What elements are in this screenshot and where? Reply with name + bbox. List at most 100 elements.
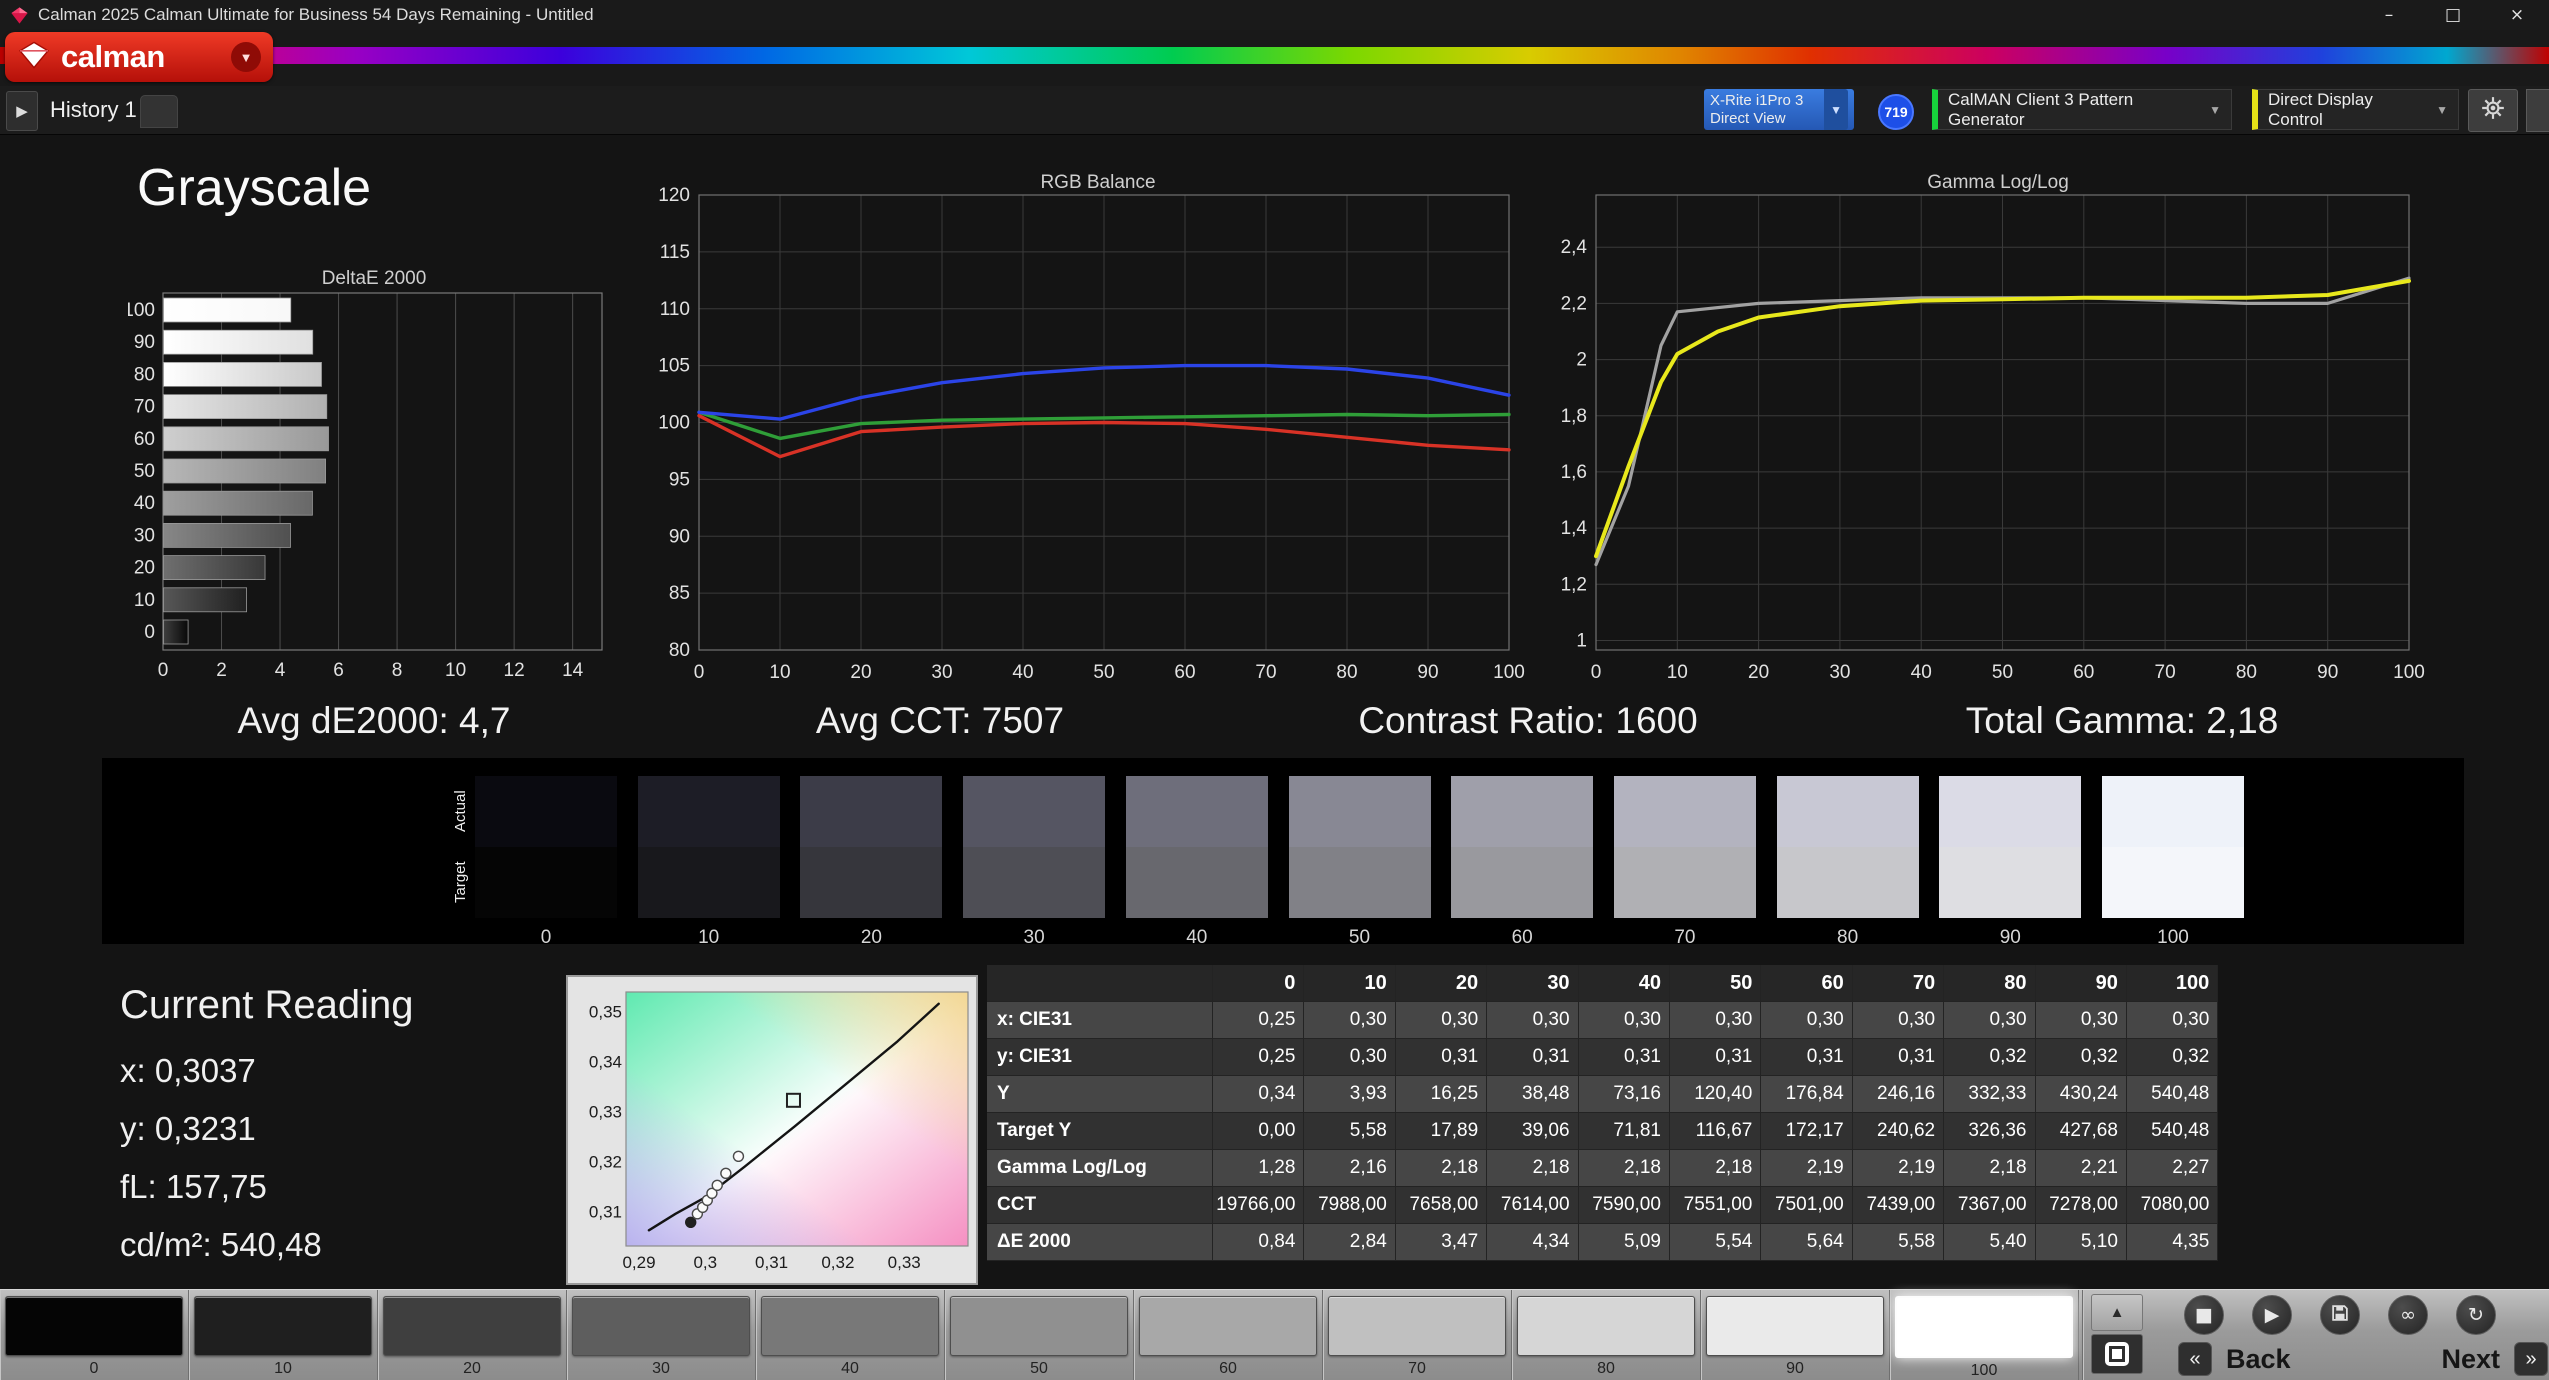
chevron-down-icon: ▼ xyxy=(2436,102,2448,117)
table-cell: 2,18 xyxy=(1944,1150,2036,1187)
reading-cdm2: cd/m²: 540,48 xyxy=(120,1226,322,1263)
swatch-level-label: 90 xyxy=(1999,927,2021,948)
swatch-target xyxy=(637,847,780,918)
swatch-actual xyxy=(800,776,943,847)
next-label[interactable]: Next xyxy=(2441,1344,2500,1375)
table-cell: 7658,00 xyxy=(1395,1187,1488,1224)
swatch-actual xyxy=(2102,776,2244,847)
svg-text:70: 70 xyxy=(1255,662,1276,683)
cie-chromaticity-panel: 0,31 0,32 0,33 0,34 0,35 0,29 0,3 0,31 0,32 0,33 xyxy=(566,975,978,1285)
pattern-generator-dropdown[interactable]: CalMAN Client 3 Pattern Generator ▼ xyxy=(1932,89,2232,130)
svg-text:20: 20 xyxy=(850,662,871,683)
play-icon: ▶ xyxy=(2264,1304,2280,1326)
refresh-button[interactable]: ↻ xyxy=(2456,1295,2496,1335)
meter-status-badge[interactable]: 719 xyxy=(1878,94,1914,130)
measurement-table: 0 10 20 30 40 50 60 70 80 90 100 x: CIE31 0,25 0,30 0,… xyxy=(987,965,2219,1261)
pattern-button-80[interactable] xyxy=(1517,1296,1695,1356)
page-title: Grayscale xyxy=(137,159,372,217)
tab-history-1[interactable]: History 1 xyxy=(50,86,137,134)
pattern-button-90[interactable] xyxy=(1706,1296,1884,1356)
svg-text:60: 60 xyxy=(134,429,155,450)
restore-icon[interactable]: □ xyxy=(2421,0,2485,30)
grayscale-swatch-30: 30 xyxy=(963,776,1106,949)
table-cell: 0,00 xyxy=(1213,1113,1305,1150)
back-chevron-button[interactable]: « xyxy=(2178,1342,2212,1376)
table-cell: 3,47 xyxy=(1395,1224,1488,1261)
grayscale-swatch-20: 20 xyxy=(800,776,943,949)
pattern-button-50[interactable] xyxy=(950,1296,1128,1356)
history-tab-stub[interactable] xyxy=(140,95,178,128)
table-cell: 0,30 xyxy=(1578,1002,1670,1039)
stop-button[interactable]: ■ xyxy=(2184,1295,2224,1335)
chevron-down-icon[interactable]: ▼ xyxy=(231,42,261,72)
table-cell: 5,64 xyxy=(1761,1224,1853,1261)
grayscale-swatch-0: 0 xyxy=(475,776,617,949)
calman-menu-button[interactable]: calman ▼ xyxy=(5,32,273,82)
title-bar: Calman 2025 Calman Ultimate for Business… xyxy=(0,0,2549,30)
reading-fl: fL: 157,75 xyxy=(120,1168,267,1205)
pattern-window-widget: ▲ xyxy=(2091,1294,2143,1377)
brand-bar: calman ▼ xyxy=(0,30,2549,86)
pattern-window-button[interactable] xyxy=(2091,1334,2143,1374)
table-cell: 2,27 xyxy=(2126,1150,2219,1187)
swatch-target xyxy=(963,847,1106,918)
table-column-header: 50 xyxy=(1669,965,1762,1002)
pattern-slot-70: 70 xyxy=(1323,1290,1512,1380)
svg-text:DeltaE 2000: DeltaE 2000 xyxy=(322,268,427,289)
pattern-button-30[interactable] xyxy=(572,1296,750,1356)
play-button[interactable]: ▶ xyxy=(2252,1295,2292,1335)
display-control-dropdown[interactable]: Direct Display Control ▼ xyxy=(2252,89,2459,130)
close-icon[interactable]: × xyxy=(2485,0,2549,30)
save-button[interactable] xyxy=(2320,1295,2360,1335)
svg-text:10: 10 xyxy=(445,660,466,680)
table-cell: 7439,00 xyxy=(1852,1187,1945,1224)
edge-panel-button[interactable] xyxy=(2526,89,2549,132)
back-label[interactable]: Back xyxy=(2226,1344,2291,1375)
minimize-icon[interactable]: – xyxy=(2357,0,2421,30)
swatch-level-label: 100 xyxy=(2157,927,2189,948)
pattern-button-100[interactable] xyxy=(1895,1296,2073,1358)
pattern-button-70[interactable] xyxy=(1328,1296,1506,1356)
deltae-bar-chart: 0 2 4 6 8 10 12 141009080706050403020100DeltaE … xyxy=(128,268,603,680)
svg-text:10: 10 xyxy=(1667,662,1688,683)
table-cell: 0,31 xyxy=(1761,1039,1853,1076)
pattern-button-60[interactable] xyxy=(1139,1296,1317,1356)
collapse-up-button[interactable]: ▲ xyxy=(2091,1294,2143,1331)
swatch-target xyxy=(475,847,617,918)
swatch-actual xyxy=(1776,776,1919,847)
total-gamma-stat: Total Gamma: 2,18 xyxy=(1965,700,2279,741)
actual-row-label: Actual xyxy=(452,790,469,833)
table-cell: 430,24 xyxy=(2035,1076,2127,1113)
table-cell: 5,40 xyxy=(1944,1224,2036,1261)
svg-text:30: 30 xyxy=(134,525,155,546)
svg-text:100: 100 xyxy=(128,300,155,321)
pattern-slot-60: 60 xyxy=(1134,1290,1323,1380)
settings-button[interactable] xyxy=(2468,89,2518,132)
svg-text:1: 1 xyxy=(1576,630,1587,651)
pattern-button-0[interactable] xyxy=(5,1296,183,1356)
swatch-level-label: 60 xyxy=(1511,927,1533,948)
table-cell: 0,31 xyxy=(1669,1039,1762,1076)
svg-text:2: 2 xyxy=(1576,350,1587,371)
pattern-button-40[interactable] xyxy=(761,1296,939,1356)
pattern-button-20[interactable] xyxy=(383,1296,561,1356)
reading-y: y: 0,3231 xyxy=(120,1110,256,1147)
next-chevron-button[interactable]: » xyxy=(2514,1342,2548,1376)
table-cell: 0,30 xyxy=(1304,1039,1396,1076)
meter-dropdown[interactable]: X-Rite i1Pro 3 Direct View ▼ xyxy=(1704,89,1854,130)
pattern-button-10[interactable] xyxy=(194,1296,372,1356)
link-button[interactable]: ∞ xyxy=(2388,1295,2428,1335)
table-cell: 73,16 xyxy=(1578,1076,1670,1113)
table-row-label: Y xyxy=(987,1076,1213,1113)
svg-text:70: 70 xyxy=(2155,662,2176,683)
table-row-label: Target Y xyxy=(987,1113,1213,1150)
pattern-level-label: 80 xyxy=(1597,1360,1615,1377)
svg-text:70: 70 xyxy=(134,397,155,418)
pattern-level-label: 20 xyxy=(463,1360,481,1377)
svg-text:120: 120 xyxy=(658,185,690,206)
tab-expander-button[interactable]: ▶ xyxy=(6,91,38,131)
table-cell: 16,25 xyxy=(1395,1076,1488,1113)
table-cell: 0,31 xyxy=(1578,1039,1670,1076)
swatch-actual xyxy=(1939,776,2082,847)
svg-text:8: 8 xyxy=(392,660,403,680)
